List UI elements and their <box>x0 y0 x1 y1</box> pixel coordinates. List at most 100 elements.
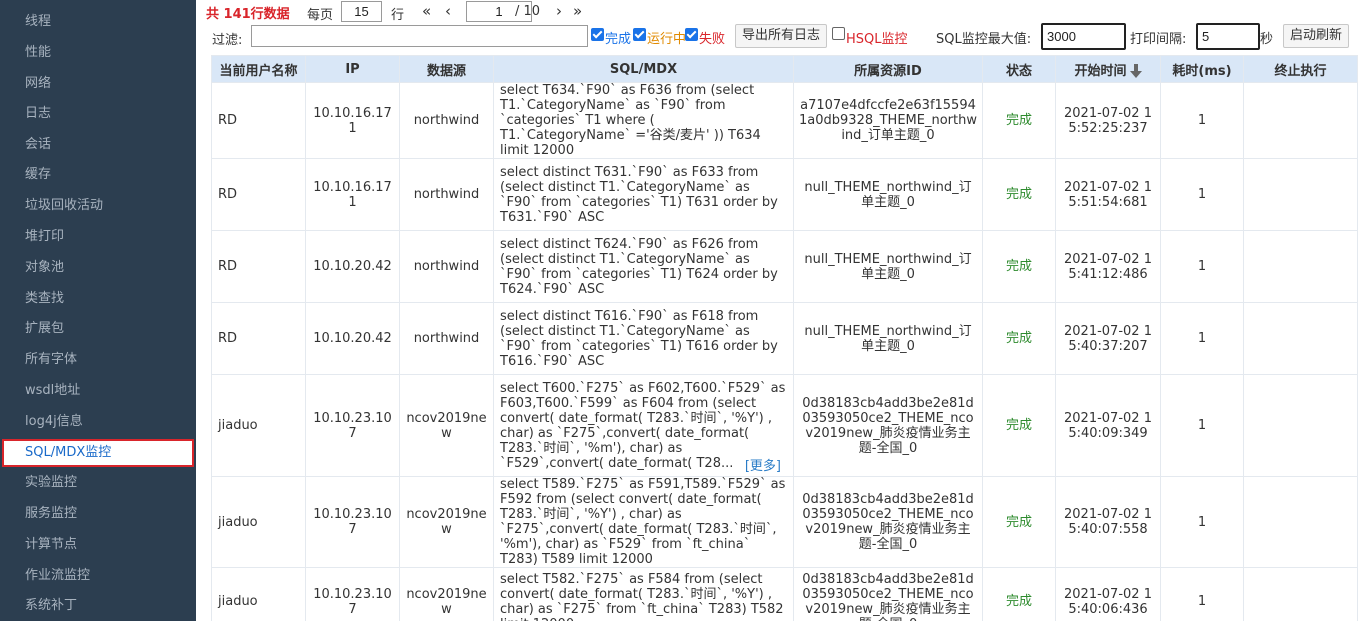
cell-status-text: 完成 <box>1005 331 1032 346</box>
sidebar-item-logs[interactable]: 日志 <box>0 100 196 127</box>
max-value-input[interactable] <box>1041 23 1126 50</box>
sidebar: 线程 性能 网络 日志 会话 缓存 垃圾回收活动 堆打印 对象池 类查找 扩展包… <box>0 0 196 621</box>
sidebar-item-wsdl[interactable]: wsdl地址 <box>0 377 196 404</box>
sidebar-item-performance[interactable]: 性能 <box>0 39 196 66</box>
cell-terminate[interactable] <box>1243 567 1358 621</box>
cell-ip-text: 10.10.23.107 <box>313 410 392 441</box>
cell-terminate[interactable] <box>1243 476 1358 568</box>
sidebar-item-service[interactable]: 服务监控 <box>0 500 196 527</box>
cell-ip: 10.10.20.42 <box>305 302 400 375</box>
sidebar-item-log4j[interactable]: log4j信息 <box>0 408 196 435</box>
per-page-input[interactable] <box>341 1 382 22</box>
sidebar-item-workflow[interactable]: 作业流监控 <box>0 562 196 589</box>
next-page-icon[interactable]: › <box>556 1 562 21</box>
col-header-start-time[interactable]: 开始时间 <box>1055 55 1161 83</box>
sidebar-item-gc[interactable]: 垃圾回收活动 <box>0 192 196 219</box>
cell-terminate[interactable] <box>1243 230 1358 303</box>
last-page-icon[interactable]: » <box>573 1 582 21</box>
more-link[interactable]: [更多] <box>745 459 781 474</box>
export-logs-button[interactable]: 导出所有日志 <box>735 24 827 48</box>
cell-terminate[interactable] <box>1243 158 1358 231</box>
cell-cost: 1 <box>1160 158 1244 231</box>
col-header-resource-id[interactable]: 所属资源ID <box>793 55 983 83</box>
cell-user-text: jiaduo <box>218 418 258 433</box>
cell-ip: 10.10.23.107 <box>305 567 400 621</box>
col-header-user[interactable]: 当前用户名称 <box>211 55 306 83</box>
sql-monitor-table: 当前用户名称 IP 数据源 SQL/MDX 所属资源ID 状态 开始时间 耗时(… <box>211 55 1358 621</box>
cell-status: 完成 <box>982 302 1056 375</box>
col-header-cost[interactable]: 耗时(ms) <box>1160 55 1244 83</box>
running-checkbox[interactable] <box>633 28 646 41</box>
cell-cost-text: 1 <box>1197 113 1207 128</box>
cell-resource-id: 0d38183cb4add3be2e81d03593050ce2_THEME_n… <box>793 476 983 568</box>
cell-status: 完成 <box>982 374 1056 477</box>
cell-datasource-text: ncov2019new <box>406 410 487 441</box>
col-header-sql[interactable]: SQL/MDX <box>493 55 794 83</box>
sidebar-item-compute-nodes[interactable]: 计算节点 <box>0 531 196 558</box>
cell-start-time: 2021-07-02 15:51:54:681 <box>1055 158 1161 231</box>
sidebar-item-object-pool[interactable]: 对象池 <box>0 254 196 281</box>
cell-user: RD <box>211 158 306 231</box>
cell-start-time-text: 2021-07-02 15:40:07:558 <box>1064 507 1152 537</box>
cell-start-time: 2021-07-02 15:40:06:436 <box>1055 567 1161 621</box>
col-header-ip[interactable]: IP <box>305 55 400 83</box>
running-checkbox-label: 运行中 <box>647 32 687 47</box>
cell-resource-id-text: null_THEME_northwind_订单主题_0 <box>804 179 972 210</box>
cell-datasource: ncov2019new <box>399 374 494 477</box>
cell-cost: 1 <box>1160 374 1244 477</box>
sidebar-item-class-lookup[interactable]: 类查找 <box>0 285 196 312</box>
sidebar-item-sql-mdx[interactable]: SQL/MDX监控 <box>2 439 194 467</box>
interval-label: 打印间隔: <box>1130 32 1187 47</box>
cell-resource-id: 0d38183cb4add3be2e81d03593050ce2_THEME_n… <box>793 374 983 477</box>
col-header-terminate[interactable]: 终止执行 <box>1243 55 1358 83</box>
cell-ip: 10.10.16.171 <box>305 158 400 231</box>
cell-status: 完成 <box>982 476 1056 568</box>
cell-user: RD <box>211 230 306 303</box>
table-row: RD 10.10.20.42 northwind select distinct T6… <box>211 230 1358 303</box>
cell-sql-text: select distinct T616.`F90` as F618 from … <box>500 308 778 369</box>
rows-label: 行 <box>391 8 405 23</box>
cell-resource-id-text: 0d38183cb4add3be2e81d03593050ce2_THEME_n… <box>802 395 974 456</box>
table-row: jiaduo 10.10.23.107 ncov2019new select T582… <box>211 567 1358 621</box>
col-header-status[interactable]: 状态 <box>982 55 1056 83</box>
hsql-checkbox[interactable] <box>832 27 845 40</box>
cell-terminate[interactable] <box>1243 82 1358 159</box>
cell-user: RD <box>211 82 306 159</box>
cell-terminate[interactable] <box>1243 302 1358 375</box>
sidebar-item-extensions[interactable]: 扩展包 <box>0 315 196 342</box>
sidebar-item-threads[interactable]: 线程 <box>0 8 196 35</box>
cell-ip: 10.10.23.107 <box>305 374 400 477</box>
interval-input[interactable] <box>1196 23 1260 50</box>
cell-start-time-text: 2021-07-02 15:40:09:349 <box>1064 410 1152 441</box>
sidebar-item-fonts[interactable]: 所有字体 <box>0 346 196 373</box>
col-header-datasource[interactable]: 数据源 <box>399 55 494 83</box>
sidebar-item-heap-dump[interactable]: 堆打印 <box>0 223 196 250</box>
arrow-down-icon[interactable] <box>1129 64 1142 78</box>
failed-checkbox-label: 失败 <box>699 32 726 47</box>
done-checkbox-label: 完成 <box>605 32 632 47</box>
sidebar-item-network[interactable]: 网络 <box>0 70 196 97</box>
cell-resource-id-text: 0d38183cb4add3be2e81d03593050ce2_THEME_n… <box>802 492 974 552</box>
cell-start-time: 2021-07-02 15:40:37:207 <box>1055 302 1161 375</box>
cell-ip-text: 10.10.23.107 <box>313 586 392 617</box>
sidebar-item-cache[interactable]: 缓存 <box>0 161 196 188</box>
filter-input[interactable] <box>251 25 588 47</box>
cell-terminate[interactable] <box>1243 374 1358 477</box>
sidebar-item-patches[interactable]: 系统补丁 <box>0 592 196 619</box>
failed-checkbox[interactable] <box>685 28 698 41</box>
table-header-row: 当前用户名称 IP 数据源 SQL/MDX 所属资源ID 状态 开始时间 耗时(… <box>211 55 1358 83</box>
cell-user-text: jiaduo <box>218 514 258 530</box>
cell-resource-id-text: null_THEME_northwind_订单主题_0 <box>804 251 972 282</box>
cell-status-text: 完成 <box>1005 187 1032 202</box>
prev-page-icon[interactable]: ‹ <box>445 1 451 21</box>
cell-resource-id: a7107e4dfccfe2e63f155941a0db9328_THEME_n… <box>793 82 983 159</box>
first-page-icon[interactable]: « <box>422 1 431 21</box>
sidebar-item-experiment[interactable]: 实验监控 <box>0 469 196 496</box>
cell-user-text: RD <box>218 187 238 202</box>
cell-datasource-text: northwind <box>413 331 480 346</box>
start-time-label: 开始时间 <box>1074 63 1127 79</box>
start-refresh-button[interactable]: 启动刷新 <box>1283 24 1349 48</box>
sidebar-item-sessions[interactable]: 会话 <box>0 131 196 158</box>
done-checkbox[interactable] <box>591 28 604 41</box>
cell-cost-text: 1 <box>1197 418 1207 433</box>
